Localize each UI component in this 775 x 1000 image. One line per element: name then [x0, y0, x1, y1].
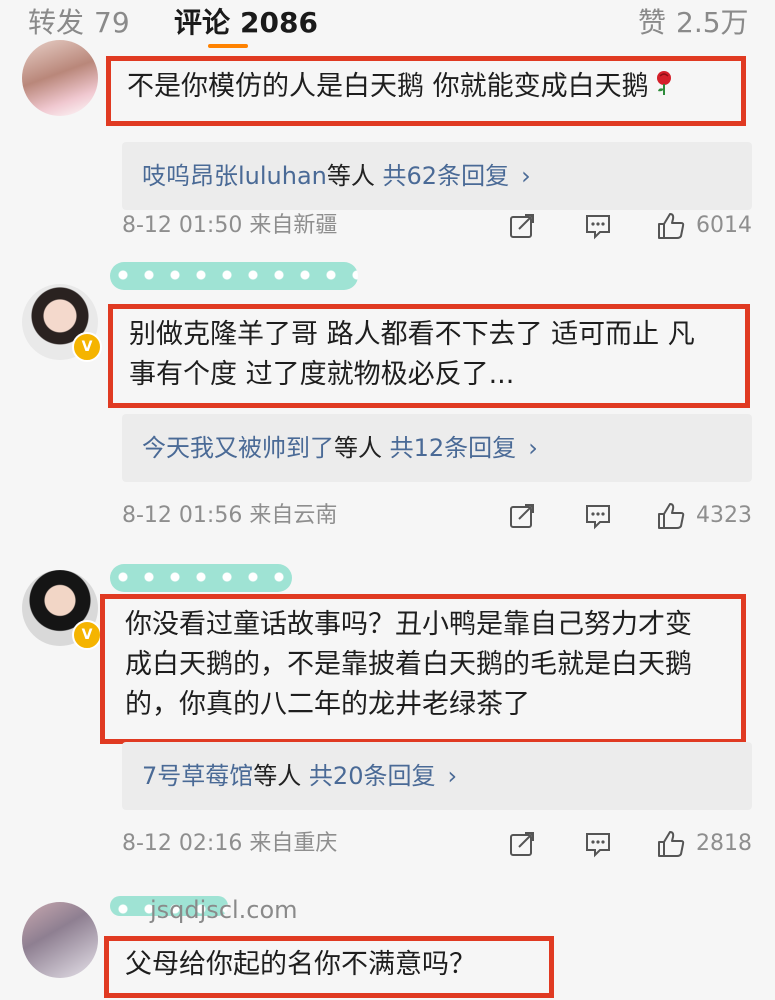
like-count: 6014 — [696, 213, 752, 238]
comment-meta: 8-12 01:56 来自云南 4323 — [122, 496, 752, 536]
tab-comments-label: 评论 — [174, 6, 231, 39]
verified-badge-icon: V — [72, 620, 102, 650]
reply-total-link[interactable]: 共20条回复 — [309, 762, 436, 790]
tab-comments-count: 2086 — [240, 6, 318, 39]
tab-bar: 转发 79 评论 2086 赞 2.5万 — [0, 0, 775, 52]
tab-reposts[interactable]: 转发 79 — [28, 4, 130, 42]
thumbs-up-icon[interactable] — [656, 501, 686, 531]
tab-reposts-label: 转发 — [28, 6, 85, 39]
username-redacted[interactable] — [110, 262, 358, 290]
share-icon[interactable] — [508, 502, 536, 530]
comment-time: 8-12 01:56 来自云南 — [122, 503, 338, 528]
chevron-right-icon: › — [447, 762, 458, 790]
chevron-right-icon: › — [521, 162, 531, 190]
comment-icon[interactable] — [584, 502, 612, 530]
watermark: jsqdjscl.com — [150, 896, 298, 924]
rose-icon — [653, 68, 675, 108]
reply-total-link[interactable]: 共62条回复 — [383, 162, 510, 190]
verified-badge-icon: V — [72, 332, 102, 362]
reply-users-link[interactable]: 今天我又被帅到了 — [142, 434, 334, 462]
tab-reposts-count: 79 — [94, 6, 130, 39]
comment-time: 8-12 02:16 来自重庆 — [122, 831, 338, 856]
comment-icon[interactable] — [584, 212, 612, 240]
comment-text: 别做克隆羊了哥 路人都看不下去了 适可而止 凡 事有个度 过了度就物极必反了..… — [108, 304, 750, 408]
chevron-right-icon: › — [528, 434, 538, 462]
avatar[interactable] — [22, 40, 98, 116]
comment-meta: 8-12 01:50 来自新疆 6014 — [122, 206, 752, 246]
reply-users-link[interactable]: 7号草莓馆 — [142, 762, 253, 790]
like-count: 4323 — [696, 503, 752, 528]
reply-users-link[interactable]: 吱呜昂张luluhan — [142, 162, 327, 190]
tab-likes-count: 2.5万 — [676, 6, 749, 39]
reply-total-link[interactable]: 共12条回复 — [390, 434, 517, 462]
thumbs-up-icon[interactable] — [656, 829, 686, 859]
reply-preview[interactable]: 吱呜昂张luluhan等人 共62条回复 › — [122, 142, 752, 210]
avatar[interactable] — [22, 902, 98, 978]
comment-meta: 8-12 02:16 来自重庆 2818 — [122, 824, 752, 864]
comment-text: 父母给你起的名你不满意吗？ — [104, 936, 554, 998]
tab-likes-label: 赞 — [638, 6, 667, 39]
thumbs-up-icon[interactable] — [656, 211, 686, 241]
reply-preview[interactable]: 今天我又被帅到了等人 共12条回复 › — [122, 414, 752, 482]
comment-icon[interactable] — [584, 830, 612, 858]
comment-text: 不是你模仿的人是白天鹅 你就能变成白天鹅 — [106, 56, 746, 126]
like-count: 2818 — [696, 831, 752, 856]
share-icon[interactable] — [508, 830, 536, 858]
active-tab-indicator — [208, 44, 248, 48]
tab-likes[interactable]: 赞 2.5万 — [638, 4, 749, 42]
comment-time: 8-12 01:50 来自新疆 — [122, 213, 338, 238]
reply-preview[interactable]: 7号草莓馆等人 共20条回复 › — [122, 742, 752, 810]
username-redacted[interactable] — [110, 564, 292, 592]
tab-comments[interactable]: 评论 2086 — [174, 4, 318, 42]
comment-text: 你没看过童话故事吗？丑小鸭是靠自己努力才变 成白天鹅的，不是靠披着白天鹅的毛就是… — [100, 594, 746, 744]
share-icon[interactable] — [508, 212, 536, 240]
